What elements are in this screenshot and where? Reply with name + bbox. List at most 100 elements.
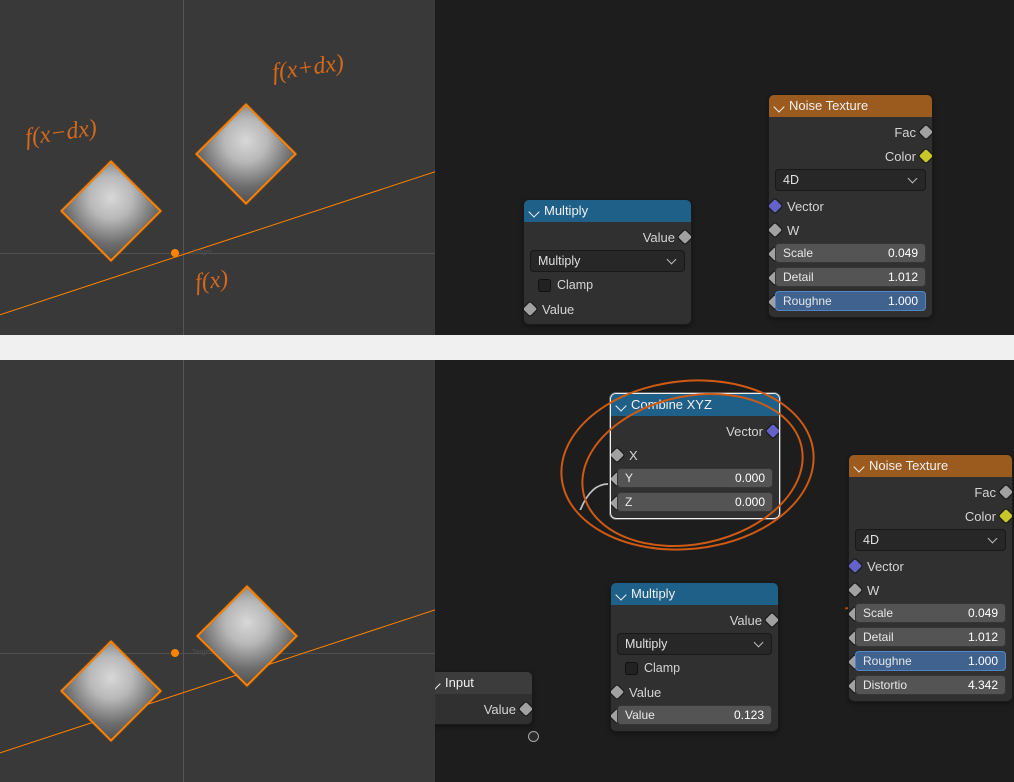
socket-icon[interactable] xyxy=(919,149,933,163)
field-scale[interactable]: Scale 0.049 xyxy=(855,603,1006,623)
field-key: Scale xyxy=(783,246,813,260)
socket-icon[interactable] xyxy=(765,613,779,627)
target-origin-label: Target xyxy=(192,249,211,256)
checkbox-label: Clamp xyxy=(557,278,593,292)
socket-out-fac[interactable]: Fac xyxy=(775,121,926,141)
viewport-3d-top[interactable]: Target f(x−dx) f(x+dx) f(x) xyxy=(0,0,435,335)
socket-in-w[interactable]: W xyxy=(855,579,1006,599)
field-detail[interactable]: Detail 1.012 xyxy=(855,627,1006,647)
socket-icon[interactable] xyxy=(999,485,1013,499)
dropdown-dimensions[interactable]: 4D xyxy=(855,529,1006,551)
field-value-b[interactable]: Value 0.123 xyxy=(617,705,772,725)
socket-icon[interactable] xyxy=(848,559,862,573)
socket-icon[interactable] xyxy=(848,583,862,597)
socket-out-color[interactable]: Color xyxy=(855,505,1006,525)
socket-out-vector[interactable]: Vector xyxy=(617,420,773,440)
socket-in-w[interactable]: W xyxy=(775,219,926,239)
socket-out-color[interactable]: Color xyxy=(775,145,926,165)
dropdown-operation[interactable]: Multiply xyxy=(617,633,772,655)
node-header[interactable]: Noise Texture xyxy=(769,95,932,117)
node-multiply[interactable]: Multiply Value Multiply Clamp Value Valu… xyxy=(610,582,779,732)
mesh-cube-right[interactable] xyxy=(195,103,297,205)
node-header[interactable]: Multiply xyxy=(611,583,778,605)
field-key: Value xyxy=(625,708,655,722)
field-distortion[interactable]: Distortio4.342 xyxy=(855,675,1006,695)
image-split-divider xyxy=(0,335,1014,360)
socket-in-vector[interactable]: Vector xyxy=(855,555,1006,575)
field-value: 0.049 xyxy=(968,606,998,620)
label-value-out: Value xyxy=(643,230,675,245)
target-origin-label: Target xyxy=(192,649,211,656)
socket-icon[interactable] xyxy=(610,685,624,699)
field-roughness[interactable]: Roughne1.000 xyxy=(775,291,926,311)
socket-out-value[interactable]: Value xyxy=(617,609,772,629)
label-color: Color xyxy=(885,149,916,164)
field-scale[interactable]: Scale0.049 xyxy=(775,243,926,263)
field-value: 0.123 xyxy=(734,708,764,722)
dropdown-value: Multiply xyxy=(625,637,667,651)
node-wires xyxy=(435,0,735,150)
field-key: Detail xyxy=(863,630,894,644)
mesh-cube-right[interactable] xyxy=(196,585,298,687)
field-roughness[interactable]: Roughne1.000 xyxy=(855,651,1006,671)
node-group-input[interactable]: Input Value xyxy=(435,671,533,725)
socket-icon[interactable] xyxy=(678,230,692,244)
socket-out-fac[interactable]: Fac xyxy=(855,481,1006,501)
field-detail[interactable]: Detail1.012 xyxy=(775,267,926,287)
dropdown-value: 4D xyxy=(783,173,799,187)
field-key: Z xyxy=(625,495,632,509)
viewport-3d-bottom[interactable]: Target xyxy=(0,360,435,782)
node-header[interactable]: Multiply xyxy=(524,200,691,222)
label-w: W xyxy=(867,583,879,598)
node-header[interactable]: Noise Texture xyxy=(849,455,1012,477)
socket-icon[interactable] xyxy=(519,702,533,716)
socket-icon[interactable] xyxy=(999,509,1013,523)
checkbox-box[interactable] xyxy=(625,662,638,675)
target-origin-dot xyxy=(171,249,179,257)
field-key: Roughne xyxy=(863,654,912,668)
checkbox-clamp[interactable]: Clamp xyxy=(617,659,772,677)
socket-icon[interactable] xyxy=(768,199,782,213)
socket-icon[interactable] xyxy=(768,223,782,237)
socket-in-x[interactable]: X xyxy=(617,444,773,464)
label-value-out: Value xyxy=(484,702,516,717)
hand-annotation-fx-plus: f(x+dx) xyxy=(270,50,345,87)
field-value: 1.012 xyxy=(968,630,998,644)
checkbox-box[interactable] xyxy=(538,279,551,292)
label-x: X xyxy=(629,448,638,463)
socket-in-value-a[interactable]: Value xyxy=(617,681,772,701)
node-noise-texture[interactable]: Noise Texture Fac Color 4D Vector W Scal… xyxy=(848,454,1013,702)
node-multiply[interactable]: Multiply Value Multiply Clamp Value xyxy=(523,199,692,325)
dropdown-dimensions[interactable]: 4D xyxy=(775,169,926,191)
label-value-in: Value xyxy=(629,685,661,700)
field-value: 4.342 xyxy=(968,678,998,692)
socket-in-value[interactable]: Value xyxy=(530,298,685,318)
node-noise-texture[interactable]: Noise Texture Fac Color 4D Vector W Scal… xyxy=(768,94,933,318)
node-editor-top[interactable]: Multiply Value Multiply Clamp Value Nois… xyxy=(435,0,1014,335)
axis-vertical xyxy=(183,0,184,335)
node-header[interactable]: Input xyxy=(435,672,532,694)
checkbox-clamp[interactable]: Clamp xyxy=(530,276,685,294)
field-value: 0.000 xyxy=(735,495,765,509)
field-key: Scale xyxy=(863,606,893,620)
dropdown-operation[interactable]: Multiply xyxy=(530,250,685,272)
socket-out-value[interactable]: Value xyxy=(530,226,685,246)
node-editor-bottom[interactable]: Input Value Combine XYZ Vector X Y0.000 … xyxy=(435,360,1014,782)
reroute-socket[interactable] xyxy=(528,731,539,742)
socket-icon[interactable] xyxy=(919,125,933,139)
field-value: 0.000 xyxy=(735,471,765,485)
socket-icon[interactable] xyxy=(766,424,780,438)
socket-in-vector[interactable]: Vector xyxy=(775,195,926,215)
label-vector: Vector xyxy=(726,424,763,439)
field-z[interactable]: Z 0.000 xyxy=(617,492,773,512)
socket-out-value[interactable]: Value xyxy=(435,698,526,718)
hand-annotation-fx-minus: f(x−dx) xyxy=(23,115,98,152)
socket-icon[interactable] xyxy=(610,448,624,462)
node-header[interactable]: Combine XYZ xyxy=(611,394,779,416)
axis-horizontal xyxy=(0,253,435,254)
field-value: 1.012 xyxy=(888,270,918,284)
node-combine-xyz[interactable]: Combine XYZ Vector X Y0.000 Z 0.000 xyxy=(610,393,780,519)
field-y[interactable]: Y0.000 xyxy=(617,468,773,488)
mesh-cube-left[interactable] xyxy=(60,160,162,262)
socket-icon[interactable] xyxy=(523,302,537,316)
